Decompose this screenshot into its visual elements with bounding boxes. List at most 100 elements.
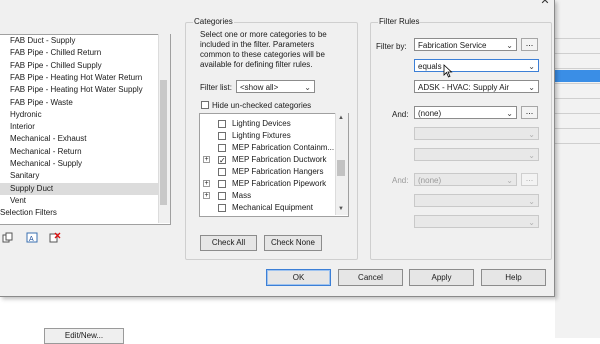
filters-list[interactable]: FAB Duct - Supply FAB Pipe - Chilled Retu… bbox=[0, 34, 171, 225]
filter-list-item[interactable]: Sanitary bbox=[0, 170, 39, 182]
filters-list-scroll-thumb[interactable] bbox=[160, 80, 167, 205]
categories-description-line-2: included in the filter. Parameters bbox=[200, 40, 315, 49]
svg-text:A: A bbox=[29, 236, 34, 243]
chevron-down-icon: ⌄ bbox=[528, 197, 535, 206]
filter-list-item[interactable]: FAB Pipe - Waste bbox=[0, 97, 73, 109]
and-label-2: And: bbox=[392, 176, 409, 185]
and-operator-dropdown-2[interactable]: ⌄ bbox=[414, 194, 539, 207]
category-checkbox[interactable] bbox=[218, 144, 226, 152]
close-icon[interactable]: ✕ bbox=[538, 0, 552, 8]
category-row[interactable]: + MEP Fabrication Pipework bbox=[200, 178, 340, 190]
chevron-down-icon: ⌄ bbox=[528, 62, 535, 71]
and-parameter-dropdown-1[interactable]: (none) ⌄ bbox=[414, 106, 517, 119]
hide-unchecked-checkbox[interactable] bbox=[201, 101, 209, 109]
category-row[interactable]: + Mass bbox=[200, 190, 340, 202]
category-label: Mass bbox=[232, 191, 252, 200]
category-checkbox[interactable] bbox=[218, 204, 226, 212]
help-button[interactable]: Help bbox=[481, 269, 546, 286]
chevron-down-icon: ⌄ bbox=[528, 130, 535, 139]
categories-title: Categories bbox=[193, 17, 234, 26]
hide-unchecked-label: Hide un-checked categories bbox=[212, 101, 312, 110]
category-row[interactable]: Lighting Fixtures bbox=[200, 130, 340, 142]
and-value-dropdown-1[interactable]: ⌄ bbox=[414, 148, 539, 161]
filter-list-item[interactable]: Selection Filters bbox=[0, 207, 57, 219]
operator-dropdown[interactable]: equals ⌄ bbox=[414, 59, 539, 72]
category-checkbox[interactable] bbox=[218, 168, 226, 176]
filter-list-item[interactable]: FAB Pipe - Heating Hot Water Supply bbox=[0, 84, 143, 96]
mouse-cursor-icon bbox=[443, 64, 453, 78]
and-more-button-2[interactable]: ... bbox=[521, 173, 538, 186]
categories-description-line-4: available for defining filter rules. bbox=[200, 60, 313, 69]
scroll-down-icon[interactable]: ▼ bbox=[338, 206, 344, 212]
category-checkbox[interactable] bbox=[218, 180, 226, 188]
category-row[interactable]: MEP Fabrication Containm... bbox=[200, 142, 340, 154]
filter-rules-title: Filter Rules bbox=[378, 17, 421, 26]
filter-list-item[interactable]: FAB Pipe - Heating Hot Water Return bbox=[0, 72, 142, 84]
and-parameter-dropdown-2[interactable]: (none) ⌄ bbox=[414, 173, 517, 186]
and-parameter-value-2: (none) bbox=[418, 176, 442, 185]
filter-list-item[interactable]: Interior bbox=[0, 121, 35, 133]
category-label: Mechanical Equipment bbox=[232, 203, 313, 212]
filter-list-label: Filter list: bbox=[200, 83, 232, 92]
check-none-button[interactable]: Check None bbox=[264, 235, 322, 251]
ok-button[interactable]: OK bbox=[266, 269, 331, 286]
delete-filter-icon[interactable] bbox=[49, 232, 61, 243]
and-more-button-1[interactable]: ... bbox=[521, 106, 538, 119]
categories-tree[interactable]: Lighting Devices Lighting Fixtures MEP Fab… bbox=[199, 113, 349, 217]
scroll-up-icon[interactable]: ▲ bbox=[338, 115, 344, 121]
operator-value: equals bbox=[418, 62, 442, 71]
filter-list-item[interactable]: Supply Duct bbox=[0, 182, 168, 195]
filter-list-item[interactable]: Hydronic bbox=[0, 109, 42, 121]
cancel-button[interactable]: Cancel bbox=[338, 269, 403, 286]
filter-by-more-button[interactable]: ... bbox=[521, 38, 538, 51]
background-selected-row bbox=[555, 70, 600, 82]
category-checkbox[interactable] bbox=[218, 120, 226, 128]
category-label: MEP Fabrication Containm... bbox=[232, 143, 335, 152]
filter-list-item[interactable]: Vent bbox=[0, 195, 26, 207]
chevron-down-icon: ⌄ bbox=[506, 176, 513, 185]
filter-list-dropdown[interactable]: <show all> ⌄ bbox=[236, 80, 315, 93]
rule-value-text: ADSK - HVAC: Supply Air bbox=[418, 83, 509, 92]
category-row[interactable]: Lighting Devices bbox=[200, 118, 340, 130]
categories-scroll-thumb[interactable] bbox=[337, 160, 345, 176]
category-row[interactable]: MEP Fabrication Hangers bbox=[200, 166, 340, 178]
expand-icon[interactable]: + bbox=[203, 156, 210, 163]
background-grid bbox=[555, 38, 600, 338]
categories-description-line-3: common to these categories will be bbox=[200, 50, 325, 59]
chevron-down-icon: ⌄ bbox=[506, 109, 513, 118]
category-checkbox[interactable] bbox=[218, 132, 226, 140]
expand-icon[interactable]: + bbox=[203, 192, 210, 199]
chevron-down-icon: ⌄ bbox=[304, 83, 311, 92]
category-label: MEP Fabrication Hangers bbox=[232, 167, 324, 176]
chevron-down-icon: ⌄ bbox=[528, 151, 535, 160]
category-label: Lighting Devices bbox=[232, 119, 291, 128]
check-all-button[interactable]: Check All bbox=[200, 235, 257, 251]
filter-list-item[interactable]: Mechanical - Supply bbox=[0, 158, 82, 170]
category-checkbox[interactable] bbox=[218, 192, 226, 200]
apply-button[interactable]: Apply bbox=[409, 269, 474, 286]
and-value-dropdown-2[interactable]: ⌄ bbox=[414, 215, 539, 228]
filter-list-item[interactable]: FAB Duct - Supply bbox=[0, 35, 75, 47]
filter-by-label: Filter by: bbox=[376, 42, 407, 51]
copy-filter-icon[interactable] bbox=[2, 232, 14, 243]
filter-list-item[interactable]: FAB Pipe - Chilled Return bbox=[0, 47, 101, 59]
category-row[interactable]: + ✓ MEP Fabrication Ductwork bbox=[200, 154, 340, 166]
categories-description-line-1: Select one or more categories to be bbox=[200, 30, 327, 39]
category-row[interactable]: Mechanical Equipment bbox=[200, 202, 340, 214]
expand-icon[interactable]: + bbox=[203, 180, 210, 187]
category-checkbox[interactable]: ✓ bbox=[218, 156, 226, 165]
chevron-down-icon: ⌄ bbox=[528, 83, 535, 92]
filter-by-value: Fabrication Service bbox=[418, 41, 487, 50]
filter-list-item[interactable]: Mechanical - Exhaust bbox=[0, 133, 86, 145]
and-operator-dropdown-1[interactable]: ⌄ bbox=[414, 127, 539, 140]
edit-new-button[interactable]: Edit/New... bbox=[44, 328, 124, 344]
filter-list-item[interactable]: Mechanical - Return bbox=[0, 146, 82, 158]
filter-by-dropdown[interactable]: Fabrication Service ⌄ bbox=[414, 38, 517, 51]
rule-value-dropdown[interactable]: ADSK - HVAC: Supply Air ⌄ bbox=[414, 80, 539, 93]
chevron-down-icon: ⌄ bbox=[506, 41, 513, 50]
category-label: MEP Fabrication Pipework bbox=[232, 179, 327, 188]
and-parameter-value-1: (none) bbox=[418, 109, 442, 118]
filter-list-item[interactable]: FAB Pipe - Chilled Supply bbox=[0, 60, 102, 72]
rename-filter-icon[interactable]: A bbox=[26, 232, 38, 243]
and-label-1: And: bbox=[392, 110, 409, 119]
